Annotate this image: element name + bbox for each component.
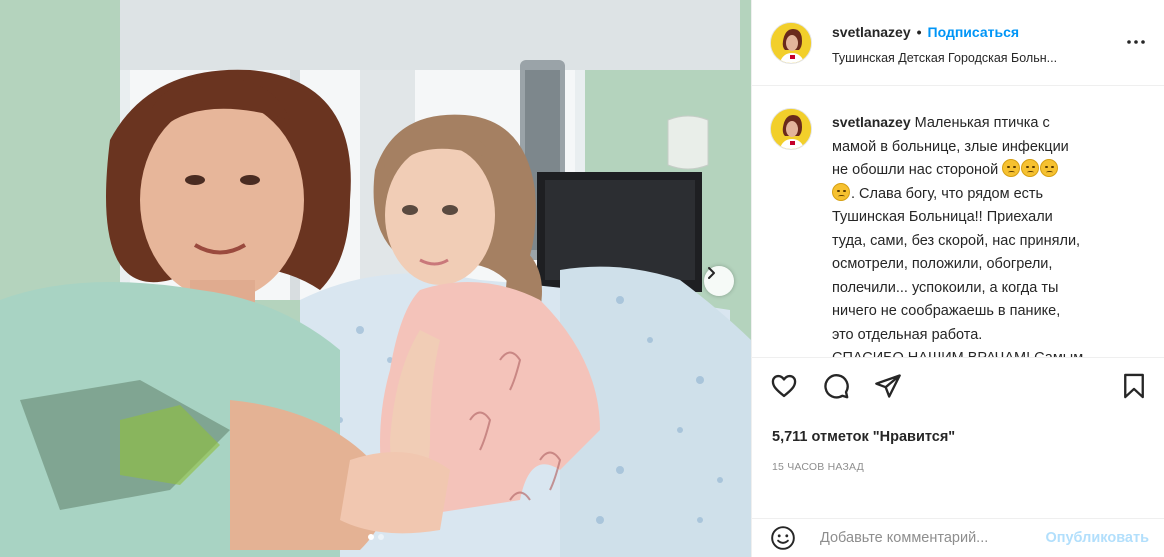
post-timestamp[interactable]: 15 ЧАСОВ НАЗАД [772,461,864,473]
caption-line: ничего не соображаешь в панике, [832,303,1061,319]
post-photo [0,0,751,557]
post-caption: svetlanazey Маленькая птичка с мамой в бо… [832,111,1137,358]
add-comment-bar: Опубликовать [752,518,1164,557]
chevron-right-icon [708,267,715,279]
header-title-line: svetlanazey • Подписаться [832,24,1019,40]
disappointed-face-icon [1040,159,1059,177]
comment-input[interactable] [820,525,1030,551]
more-options-button[interactable] [1124,30,1148,59]
comment-bubble-icon [824,374,849,399]
follow-button[interactable]: Подписаться [928,24,1020,40]
save-button[interactable] [1120,372,1148,405]
caption-username[interactable]: svetlanazey [832,114,911,130]
location-link[interactable]: Тушинская Детская Городская Больн... [832,51,1057,65]
avatar[interactable] [770,108,812,150]
like-button[interactable] [770,372,798,405]
caption-line: СПАСИБО НАШИМ ВРАЧАМ! Самым [832,350,1084,358]
avatar[interactable] [770,22,812,64]
comments-section[interactable]: svetlanazey Маленькая птичка с мамой в бо… [752,86,1164,358]
separator-dot: • [916,24,922,40]
emoji-picker-button[interactable] [770,525,796,556]
caption-line: это отдельная работа. [832,326,983,343]
post-panel: svetlanazey • Подписаться Тушинская Детс… [751,0,1164,557]
sad-face-icon [1002,159,1021,177]
caption-line: полечили... успокоили, а когда ты [832,279,1059,296]
likes-count[interactable]: 5,711 отметок "Нравится" [772,429,955,445]
username-link[interactable]: svetlanazey [832,24,911,40]
comment-button[interactable] [822,372,850,405]
smiley-icon [771,526,795,550]
caption-line: Маленькая птичка с [914,115,1050,131]
caption-line: осмотрели, положили, обогрели, [832,256,1053,272]
caption-line: . Слава богу, что рядом есть [851,185,1044,202]
action-bar [770,372,1148,408]
share-button[interactable] [874,372,902,405]
caption-line: не обошли нас стороной [832,162,999,178]
heart-icon [771,374,797,398]
disappointed-face-icon [832,182,850,201]
publish-button[interactable]: Опубликовать [1045,530,1149,546]
more-horizontal-icon [1127,40,1145,44]
carousel-next-button[interactable] [704,266,734,296]
avatar-image [771,109,811,149]
paper-plane-icon [875,374,901,398]
photo-illustration [0,0,751,557]
post-header: svetlanazey • Подписаться Тушинская Детс… [752,0,1164,86]
caption-line: Тушинская Больница!! Приехали [832,209,1053,225]
caption-line: туда, сами, без скорой, нас приняли, [832,232,1081,249]
carousel-dot [367,534,374,540]
carousel-dots [0,534,751,540]
bookmark-icon [1124,373,1144,399]
caption-line: мамой в больнице, злые инфекции [832,138,1069,155]
disappointed-face-icon [1021,159,1040,177]
carousel-dot [377,534,384,540]
avatar-image [771,23,811,63]
